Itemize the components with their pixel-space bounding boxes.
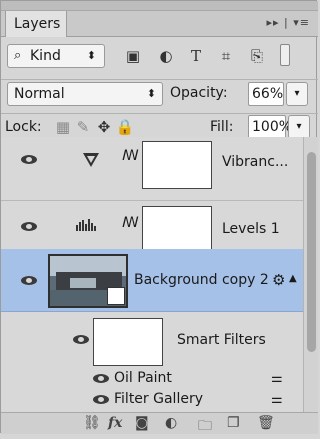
smart-filters-row[interactable]: Smart Filters <box>1 313 303 369</box>
blend-row: Normal ⬍ Opacity: 66% ▾ <box>1 79 318 107</box>
levels-adjustment-icon <box>76 219 96 231</box>
opacity-label: Opacity: <box>170 85 228 101</box>
filter-item-oil-paint[interactable]: Oil Paint ⚌ <box>1 369 303 389</box>
layers-footer-toolbar: ⛓ fx ◙ ◐ 🗀 ❐ 🗑 <box>1 412 318 434</box>
fill-value: 100% <box>252 119 293 135</box>
link-chain-icon: ꟿ <box>122 148 139 164</box>
lock-label: Lock: <box>5 119 42 135</box>
visibility-eye-icon[interactable] <box>93 395 111 405</box>
smart-object-badge-icon <box>107 287 125 305</box>
layers-tab[interactable]: Layers <box>5 11 67 37</box>
delete-layer-icon[interactable]: 🗑 <box>257 415 275 431</box>
visibility-eye-icon[interactable] <box>73 335 91 345</box>
smart-object-thumbnail[interactable] <box>48 254 128 308</box>
new-group-icon[interactable]: 🗀 <box>198 415 212 439</box>
fill-label: Fill: <box>210 119 234 135</box>
pixel-layer-filter-icon[interactable]: ▣ <box>121 44 145 68</box>
dropdown-arrows-icon: ⬍ <box>146 87 156 100</box>
opacity-input[interactable]: 66% <box>248 82 284 106</box>
fill-input[interactable]: 100% <box>248 115 292 139</box>
visibility-eye-icon[interactable] <box>93 374 111 384</box>
layer-name[interactable]: Background copy 2 <box>134 272 269 288</box>
lock-row: Lock: ▦ ✎ ✥ 🔒 Fill: 100% ▾ <box>1 113 318 139</box>
visibility-eye-icon[interactable] <box>21 222 39 232</box>
panel-menu-icon[interactable]: ▸▸ | ▾≡ <box>267 16 310 29</box>
opacity-value: 66% <box>252 86 284 102</box>
link-chain-icon: ꟿ <box>122 215 139 231</box>
adjustment-layer-filter-icon[interactable]: ◐ <box>154 44 178 68</box>
vibrance-adjustment-icon <box>83 153 99 167</box>
lock-all-icon[interactable]: 🔒 <box>113 115 137 139</box>
layer-name[interactable]: Vibranc... <box>222 154 288 170</box>
filter-kind-dropdown[interactable]: ⌕ Kind ⬍ <box>7 44 105 68</box>
blending-options-icon[interactable]: ⚌ <box>271 371 283 386</box>
layer-row-vibrance[interactable]: ꟿ Vibranc... <box>1 137 303 201</box>
filter-item-filter-gallery[interactable]: Filter Gallery ⚌ <box>1 390 303 412</box>
layers-scrollbar[interactable] <box>303 137 318 412</box>
blend-mode-value: Normal <box>14 86 65 102</box>
collapse-arrow-icon[interactable]: ▲ <box>289 273 297 284</box>
scrollbar-thumb[interactable] <box>307 152 316 352</box>
layer-mask-thumbnail[interactable] <box>142 206 212 254</box>
filter-name: Oil Paint <box>114 370 172 386</box>
filter-kind-label: Kind <box>30 48 61 64</box>
visibility-eye-icon[interactable] <box>21 155 39 165</box>
search-icon: ⌕ <box>14 48 22 63</box>
filter-name: Filter Gallery <box>114 391 203 407</box>
smart-object-filter-icon[interactable]: ⎘ <box>245 44 269 68</box>
filter-row: ⌕ Kind ⬍ ▣ ◐ T ⌗ ⎘ <box>1 41 318 71</box>
filter-toggle-switch[interactable] <box>278 44 292 68</box>
add-layer-style-icon[interactable]: fx <box>108 415 122 431</box>
new-adjustment-layer-icon[interactable]: ◐ <box>165 415 177 431</box>
dropdown-arrows-icon: ⬍ <box>86 49 96 62</box>
opacity-dropdown-button[interactable]: ▾ <box>286 82 308 106</box>
layer-row-background-copy-2[interactable]: Background copy 2 ⚙ ▲ <box>1 249 303 312</box>
panel-top-strip <box>1 1 318 11</box>
add-mask-icon[interactable]: ◙ <box>135 415 149 431</box>
layers-list: ꟿ Vibranc... ꟿ Levels 1 Background copy … <box>1 137 318 412</box>
fill-dropdown-button[interactable]: ▾ <box>288 115 310 139</box>
smart-filter-indicator-icon: ⚙ <box>272 271 286 289</box>
visibility-eye-icon[interactable] <box>21 276 39 286</box>
smart-filters-label: Smart Filters <box>177 332 266 348</box>
panel-tab-row: Layers ▸▸ | ▾≡ <box>1 11 318 37</box>
blend-mode-dropdown[interactable]: Normal ⬍ <box>7 82 163 106</box>
link-layers-icon[interactable]: ⛓ <box>83 415 101 431</box>
layer-name[interactable]: Levels 1 <box>222 221 280 237</box>
shape-layer-filter-icon[interactable]: ⌗ <box>214 44 238 68</box>
blending-options-icon[interactable]: ⚌ <box>271 392 283 407</box>
layers-panel: Layers ▸▸ | ▾≡ ⌕ Kind ⬍ ▣ ◐ T ⌗ ⎘ Normal… <box>0 0 318 434</box>
type-layer-filter-icon[interactable]: T <box>184 44 208 68</box>
smart-filter-mask-thumbnail[interactable] <box>93 318 163 366</box>
layer-mask-thumbnail[interactable] <box>142 141 212 189</box>
new-layer-icon[interactable]: ❐ <box>227 415 240 431</box>
